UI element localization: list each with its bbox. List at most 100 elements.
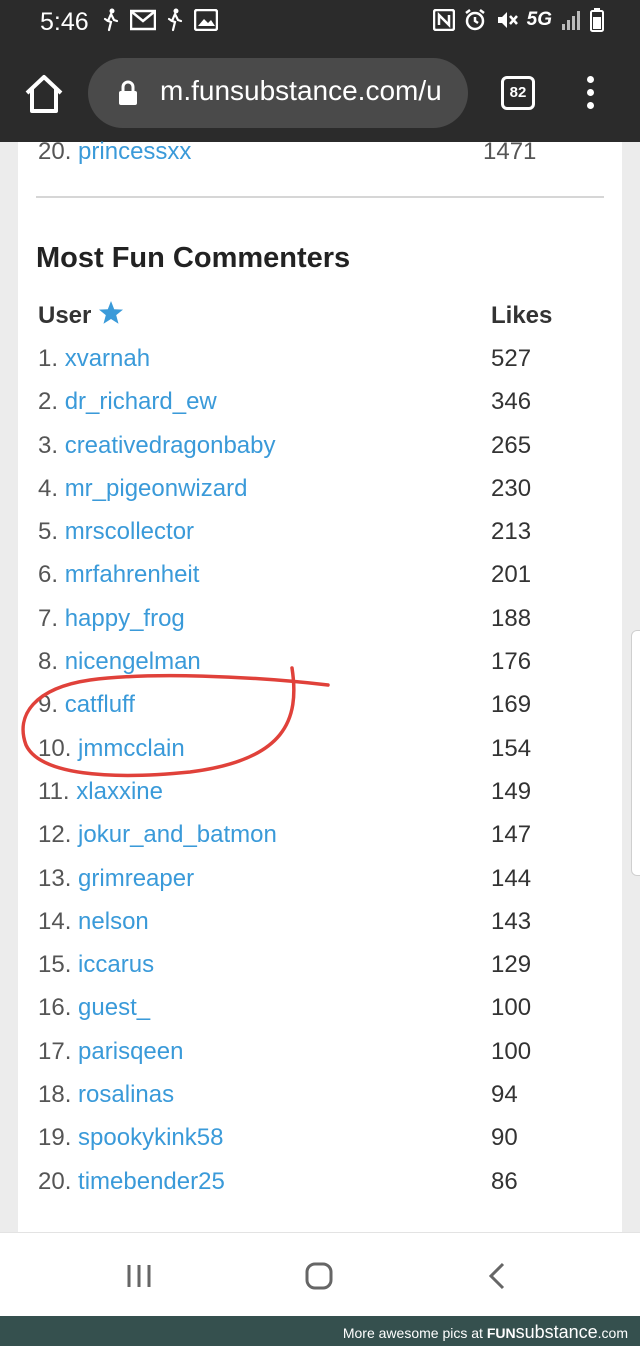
list-item: 15. iccarus 129 [38,948,608,991]
watermark-text: More awesome pics at FUNsubstance.com [343,1322,628,1343]
home-button-icon[interactable] [304,1261,334,1291]
tab-switcher-button[interactable]: 82 [501,76,535,110]
watermark-footer: More awesome pics at FUNsubstance.com [0,1316,640,1346]
likes-count: 213 [491,518,532,546]
rank: 20. [38,1167,72,1195]
user-link[interactable]: spookykink58 [78,1124,223,1151]
likes-count: 129 [491,951,532,979]
browser-toolbar: m.funsubstance.com/u 82 [0,44,640,142]
list-item: 8. nicengelman 176 [38,645,608,688]
user-link[interactable]: happy_frog [65,605,185,632]
user-link[interactable]: catfluff [65,691,135,718]
list-item: 6. mrfahrenheit 201 [38,558,608,601]
edge-panel-handle[interactable] [631,630,640,876]
likes-count: 201 [491,561,532,589]
screen: 5:46 5G m.funsubstance.com/u 82 20. prin… [0,0,640,1346]
likes-count: 94 [491,1081,518,1109]
user-link[interactable]: mrscollector [65,518,194,545]
likes-count: 346 [491,388,532,416]
user-link[interactable]: timebender25 [78,1168,225,1195]
user-link[interactable]: xvarnah [65,345,150,372]
alarm-icon [464,9,485,31]
list-item: 19. spookykink58 90 [38,1121,608,1164]
list-item: 10. jmmcclain 154 [38,732,608,775]
network-type: 5G [526,9,552,30]
rank: 14. [38,907,72,935]
rank: 1. [38,345,59,372]
overflow-menu-icon[interactable] [578,76,602,112]
address-bar[interactable]: m.funsubstance.com/u [88,58,468,128]
list-item: 16. guest_ 100 [38,991,608,1034]
rank: 18. [38,1081,72,1109]
user-link[interactable]: iccarus [78,951,154,978]
user-link[interactable]: mrfahrenheit [65,561,200,588]
recent-apps-icon[interactable] [124,1263,154,1289]
status-time: 5:46 [40,8,89,36]
android-navigation-bar [0,1232,640,1316]
rank: 3. [38,431,59,459]
likes-count: 100 [491,994,532,1022]
divider [36,196,604,198]
likes-count: 149 [491,777,532,805]
rank: 9. [38,691,59,719]
section-title: Most Fun Commenters [36,242,351,274]
status-bar: 5:46 5G [0,0,640,44]
lock-icon [119,80,137,105]
list-item: 11. xlaxxine 149 [38,775,608,818]
user-link[interactable]: xlaxxine [76,778,163,805]
user-link[interactable]: grimreaper [78,865,194,892]
watermark-prefix: More awesome pics at [342,1325,483,1341]
user-link[interactable]: nelson [78,908,149,935]
user-link[interactable]: guest_ [78,994,150,1021]
column-header-likes[interactable]: Likes [491,302,552,330]
list-item: 13. grimreaper 144 [38,862,608,905]
watermark-brand-fun: FUN [486,1325,516,1341]
likes-count: 144 [491,864,532,892]
leaderboard-card: 20. princessxx 1471 Most Fun Commenters … [18,138,622,1232]
rank: 17. [38,1037,72,1065]
user-link[interactable]: rosalinas [78,1081,174,1108]
likes-count: 265 [491,431,532,459]
rank: 20. [38,138,72,165]
column-header-user[interactable]: User [38,302,91,330]
likes-count: 86 [491,1167,518,1195]
back-icon[interactable] [486,1261,508,1291]
user-link[interactable]: nicengelman [65,648,201,675]
rank: 7. [38,604,59,632]
likes-count: 90 [491,1124,518,1152]
list-item: 9. catfluff 169 [38,688,608,731]
user-link[interactable]: creativedragonbaby [65,432,276,459]
rank: 10. [38,734,72,762]
user-link[interactable]: dr_richard_ew [65,388,217,415]
watermark-brand-tld: .com [597,1325,628,1341]
rank: 5. [38,518,59,546]
list-item: 2. dr_richard_ew 346 [38,385,608,428]
list-item: 4. mr_pigeonwizard 230 [38,472,608,515]
image-icon [194,9,218,31]
likes-count: 154 [491,734,532,762]
rank: 13. [38,864,72,892]
walking-person-icon [167,8,183,32]
rank: 16. [38,994,72,1022]
likes-count: 527 [491,345,532,372]
commenter-list: 1. xvarnah 527 2. dr_richard_ew 346 3. creat… [38,342,608,1208]
user-link[interactable]: princessxx [78,138,191,165]
rank: 12. [38,821,72,849]
rank: 15. [38,951,72,979]
list-item: 12. jokur_and_batmon 147 [38,818,608,861]
notification-icons [102,8,218,32]
list-item: 17. parisqeen 100 [38,1035,608,1078]
user-link[interactable]: jokur_and_batmon [78,821,277,848]
previous-list-last-row: 20. princessxx 1471 [38,138,598,168]
gmail-icon [130,9,156,31]
star-icon[interactable] [98,300,124,326]
user-link[interactable]: jmmcclain [78,735,185,762]
likes-count: 100 [491,1037,532,1065]
likes-count: 147 [491,821,532,849]
home-icon[interactable] [22,72,66,116]
list-item: 18. rosalinas 94 [38,1078,608,1121]
user-link[interactable]: mr_pigeonwizard [65,475,248,502]
user-link[interactable]: parisqeen [78,1038,183,1065]
list-item: 1. xvarnah 527 [38,342,608,385]
battery-icon [590,8,604,32]
